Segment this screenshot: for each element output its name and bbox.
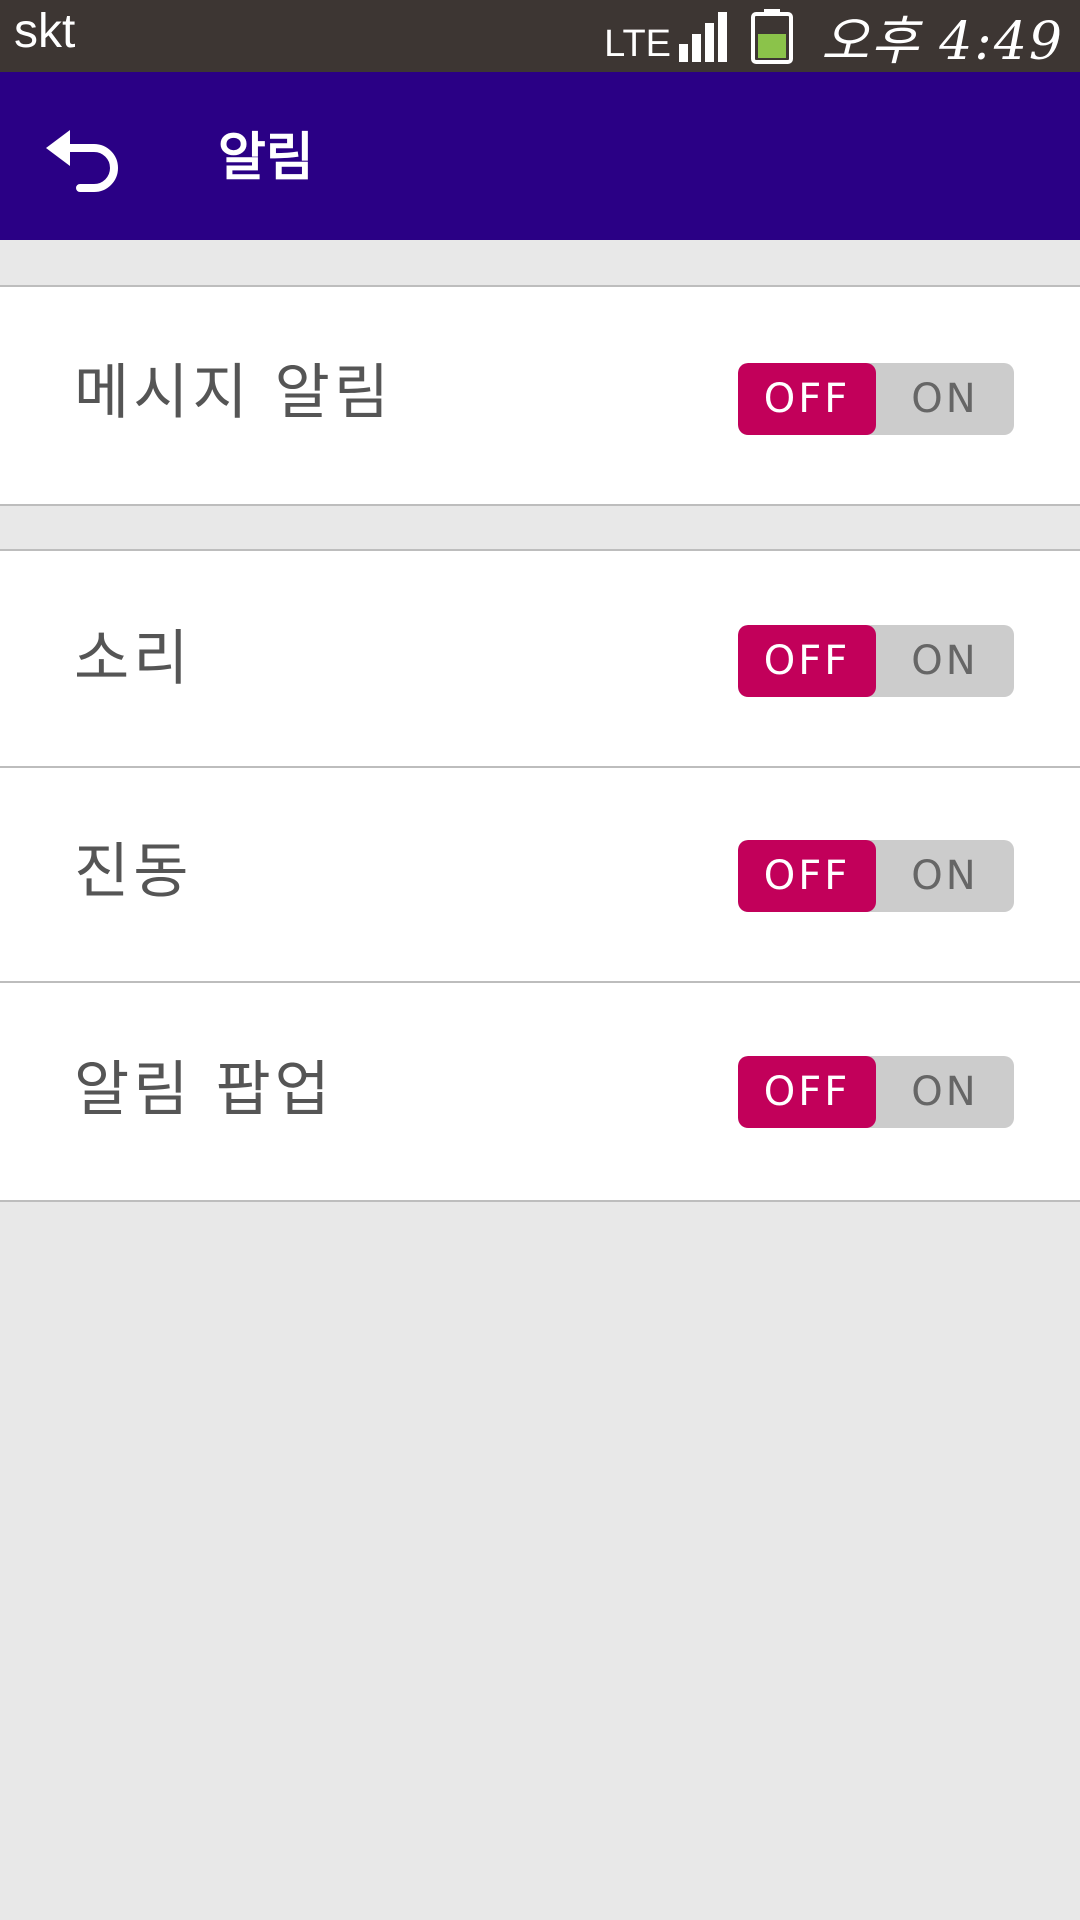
- setting-row-notification-popup: 알림 팝업 OFF ON: [0, 983, 1080, 1202]
- toggle-on-option[interactable]: ON: [876, 625, 1014, 697]
- setting-row-vibration: 진동 OFF ON: [0, 768, 1080, 982]
- message-notification-toggle[interactable]: OFF ON: [738, 363, 1014, 435]
- toggle-off-option[interactable]: OFF: [738, 625, 876, 697]
- setting-label: 진동: [74, 837, 193, 907]
- setting-label: 알림 팝업: [74, 1055, 334, 1125]
- setting-label: 소리: [74, 624, 193, 694]
- toggle-off-option[interactable]: OFF: [738, 363, 876, 435]
- setting-label: 메시지 알림: [74, 358, 394, 428]
- setting-row-sound: 소리 OFF ON: [0, 549, 1080, 768]
- toggle-on-option[interactable]: ON: [876, 840, 1014, 912]
- toggle-on-option[interactable]: ON: [876, 1056, 1014, 1128]
- toggle-on-option[interactable]: ON: [876, 363, 1014, 435]
- vibration-toggle[interactable]: OFF ON: [738, 840, 1014, 912]
- toggle-off-option[interactable]: OFF: [738, 840, 876, 912]
- page-title: 알림: [218, 128, 314, 188]
- carrier-name: skt: [14, 5, 76, 58]
- network-type: LTE: [604, 22, 672, 65]
- battery-icon: [751, 9, 794, 64]
- notification-popup-toggle[interactable]: OFF ON: [738, 1056, 1014, 1128]
- status-indicators: LTE 오후 4:49: [604, 0, 1064, 72]
- back-arrow-icon: [46, 130, 118, 192]
- setting-row-message-notification: 메시지 알림 OFF ON: [0, 285, 1080, 506]
- back-button[interactable]: [32, 108, 136, 212]
- sound-toggle[interactable]: OFF ON: [738, 625, 1014, 697]
- app-bar: 알림: [0, 72, 1080, 240]
- clock: 오후 4:49: [821, 11, 1064, 72]
- status-bar: skt LTE 오후 4:49: [0, 0, 1080, 72]
- toggle-off-option[interactable]: OFF: [738, 1056, 876, 1128]
- signal-bars-icon: [679, 12, 728, 62]
